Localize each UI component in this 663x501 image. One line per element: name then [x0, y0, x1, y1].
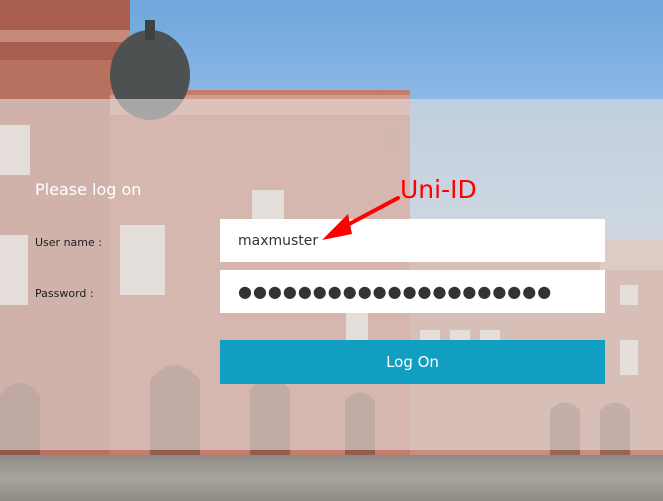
annotation-arrow-icon: [322, 196, 400, 240]
username-label: User name :: [35, 236, 102, 249]
password-label: Password :: [35, 287, 94, 300]
username-field[interactable]: [220, 219, 605, 262]
log-on-button[interactable]: Log On: [220, 340, 605, 384]
courtyard-ground: [0, 455, 663, 501]
login-heading: Please log on: [35, 180, 142, 199]
password-field[interactable]: [220, 270, 605, 313]
uni-id-annotation: Uni-ID: [400, 175, 477, 204]
